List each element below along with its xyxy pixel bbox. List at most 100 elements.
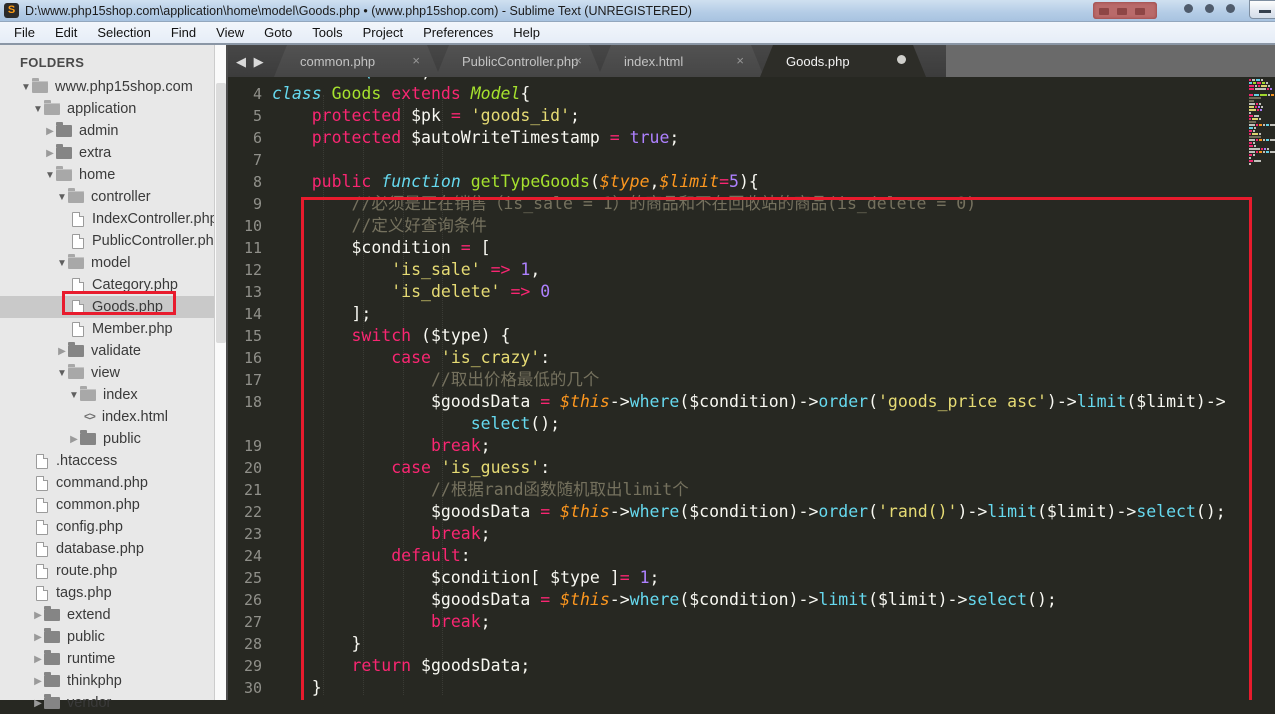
tab-close-icon[interactable]: × xyxy=(412,53,420,68)
tree-file-goods.php[interactable]: Goods.php xyxy=(0,296,228,318)
tree-file-common.php[interactable]: common.php xyxy=(0,494,228,516)
tab-close-icon[interactable]: × xyxy=(574,53,582,68)
tab-nav-arrows[interactable]: ◀ ▶ xyxy=(236,54,266,70)
code-line: 26 $goodsData = $this->where($condition)… xyxy=(228,589,1226,611)
chevron-collapsed-icon[interactable]: ▶ xyxy=(32,632,44,643)
code-text: case 'is_guess': xyxy=(391,458,551,477)
file-icon xyxy=(36,519,48,535)
tree-item-label: IndexController.php xyxy=(92,211,218,227)
tree-item-label: www.php15shop.com xyxy=(55,79,193,95)
tree-folder-extend[interactable]: ▶ extend xyxy=(0,604,228,626)
chevron-collapsed-icon[interactable]: ▶ xyxy=(32,676,44,687)
chevron-collapsed-icon[interactable]: ▶ xyxy=(56,346,68,357)
file-icon xyxy=(36,563,48,579)
tab-index.html[interactable]: index.html × xyxy=(598,45,764,77)
chevron-collapsed-icon[interactable]: ▶ xyxy=(32,610,44,621)
tree-folder-thinkphp[interactable]: ▶ thinkphp xyxy=(0,670,228,692)
menu-item-file[interactable]: File xyxy=(4,22,45,43)
tree-item-label: tags.php xyxy=(56,585,112,601)
tree-item-label: Category.php xyxy=(92,277,178,293)
tree-folder-index[interactable]: ▼ index xyxy=(0,384,228,406)
tree-folder-model[interactable]: ▼ model xyxy=(0,252,228,274)
tree-file-command.php[interactable]: command.php xyxy=(0,472,228,494)
tree-folder-public[interactable]: ▶ public xyxy=(0,626,228,648)
tree-folder-extra[interactable]: ▶ extra xyxy=(0,142,228,164)
menu-item-tools[interactable]: Tools xyxy=(302,22,352,43)
tree-file-tags.php[interactable]: tags.php xyxy=(0,582,228,604)
menu-item-help[interactable]: Help xyxy=(503,22,550,43)
editor-column: ◀ ▶ common.php × PublicController.php × inde… xyxy=(228,45,1275,700)
chevron-expanded-icon[interactable]: ▼ xyxy=(56,258,68,269)
chevron-expanded-icon[interactable]: ▼ xyxy=(20,82,32,93)
minimize-button[interactable] xyxy=(1249,0,1275,19)
minimap[interactable] xyxy=(1249,79,1275,166)
tree-folder-www.php15shop.com[interactable]: ▼ www.php15shop.com xyxy=(0,76,228,98)
code-text: use think\Model; xyxy=(272,77,431,81)
folder-icon xyxy=(44,628,60,643)
chevron-collapsed-icon[interactable]: ▶ xyxy=(68,434,80,445)
minimap-line xyxy=(1249,94,1275,96)
tab-publiccontroller.php[interactable]: PublicController.php × xyxy=(436,45,602,77)
tree-folder-controller[interactable]: ▼ controller xyxy=(0,186,228,208)
tree-folder-runtime[interactable]: ▶ runtime xyxy=(0,648,228,670)
tree-file-database.php[interactable]: database.php xyxy=(0,538,228,560)
tab-close-icon[interactable]: × xyxy=(736,53,744,68)
tree-file-category.php[interactable]: Category.php xyxy=(0,274,228,296)
menu-item-goto[interactable]: Goto xyxy=(254,22,302,43)
minimap-line xyxy=(1249,82,1275,84)
tree-file-index.html[interactable]: <> index.html xyxy=(0,406,228,428)
code-text: $goodsData = $this->where($condition)->o… xyxy=(272,392,1226,411)
minimap-line xyxy=(1249,109,1275,111)
chevron-expanded-icon[interactable]: ▼ xyxy=(56,192,68,203)
tree-item-label: public xyxy=(103,431,141,447)
sidebar-scrollbar[interactable] xyxy=(214,45,226,700)
chevron-expanded-icon[interactable]: ▼ xyxy=(44,170,56,181)
chevron-collapsed-icon[interactable]: ▶ xyxy=(44,148,56,159)
menu-item-project[interactable]: Project xyxy=(353,22,413,43)
line-number: 10 xyxy=(243,217,262,235)
chevron-expanded-icon[interactable]: ▼ xyxy=(56,368,68,379)
chevron-collapsed-icon[interactable]: ▶ xyxy=(44,126,56,137)
chevron-expanded-icon[interactable]: ▼ xyxy=(68,390,80,401)
code-editor[interactable]: 3use think\Model;4class Goods extends Mo… xyxy=(228,77,1275,700)
code-line: 30 } xyxy=(228,677,1226,699)
menu-item-view[interactable]: View xyxy=(206,22,254,43)
tree-file-indexcontroller.php[interactable]: IndexController.php xyxy=(0,208,228,230)
chevron-collapsed-icon[interactable]: ▶ xyxy=(32,654,44,665)
tree-folder-admin[interactable]: ▶ admin xyxy=(0,120,228,142)
line-number: 13 xyxy=(243,283,262,301)
tree-file-config.php[interactable]: config.php xyxy=(0,516,228,538)
tree-file-.htaccess[interactable]: .htaccess xyxy=(0,450,228,472)
tab-goods.php[interactable]: Goods.php xyxy=(760,45,926,77)
menu-item-find[interactable]: Find xyxy=(161,22,206,43)
titlebar-overlay-icons[interactable] xyxy=(1184,4,1235,13)
minimap-line xyxy=(1249,91,1275,93)
menu-item-preferences[interactable]: Preferences xyxy=(413,22,503,43)
tree-folder-vendor[interactable]: ▶ vendor xyxy=(0,692,228,714)
titlebar[interactable]: S D:\www.php15shop.com\application\home\… xyxy=(0,0,1275,22)
screen-recorder-overlay-button[interactable] xyxy=(1093,2,1157,19)
line-number: 26 xyxy=(243,591,262,609)
minimap-line xyxy=(1249,85,1275,87)
sidebar-scrollbar-thumb[interactable] xyxy=(216,83,226,343)
tree-file-member.php[interactable]: Member.php xyxy=(0,318,228,340)
code-line: 22 $goodsData = $this->where($condition)… xyxy=(228,501,1226,523)
tree-file-route.php[interactable]: route.php xyxy=(0,560,228,582)
code-line: 5 protected $pk = 'goods_id'; xyxy=(228,105,1226,127)
chevron-expanded-icon[interactable]: ▼ xyxy=(32,104,44,115)
code-text: $condition[ $type ]= 1; xyxy=(272,568,660,587)
code-line: 12 'is_sale' => 1, xyxy=(228,259,1226,281)
tree-folder-validate[interactable]: ▶ validate xyxy=(0,340,228,362)
tree-folder-public[interactable]: ▶ public xyxy=(0,428,228,450)
menu-item-edit[interactable]: Edit xyxy=(45,22,87,43)
menu-item-selection[interactable]: Selection xyxy=(87,22,160,43)
chevron-collapsed-icon[interactable]: ▶ xyxy=(32,698,44,709)
code-text: case 'is_crazy': xyxy=(391,348,551,367)
tree-item-label: vendor xyxy=(67,695,112,711)
tab-common.php[interactable]: common.php × xyxy=(274,45,440,77)
tree-folder-view[interactable]: ▼ view xyxy=(0,362,228,384)
folder-icon xyxy=(44,650,60,665)
tree-folder-application[interactable]: ▼ application xyxy=(0,98,228,120)
tree-file-publiccontroller.php[interactable]: PublicController.php xyxy=(0,230,228,252)
tree-folder-home[interactable]: ▼ home xyxy=(0,164,228,186)
